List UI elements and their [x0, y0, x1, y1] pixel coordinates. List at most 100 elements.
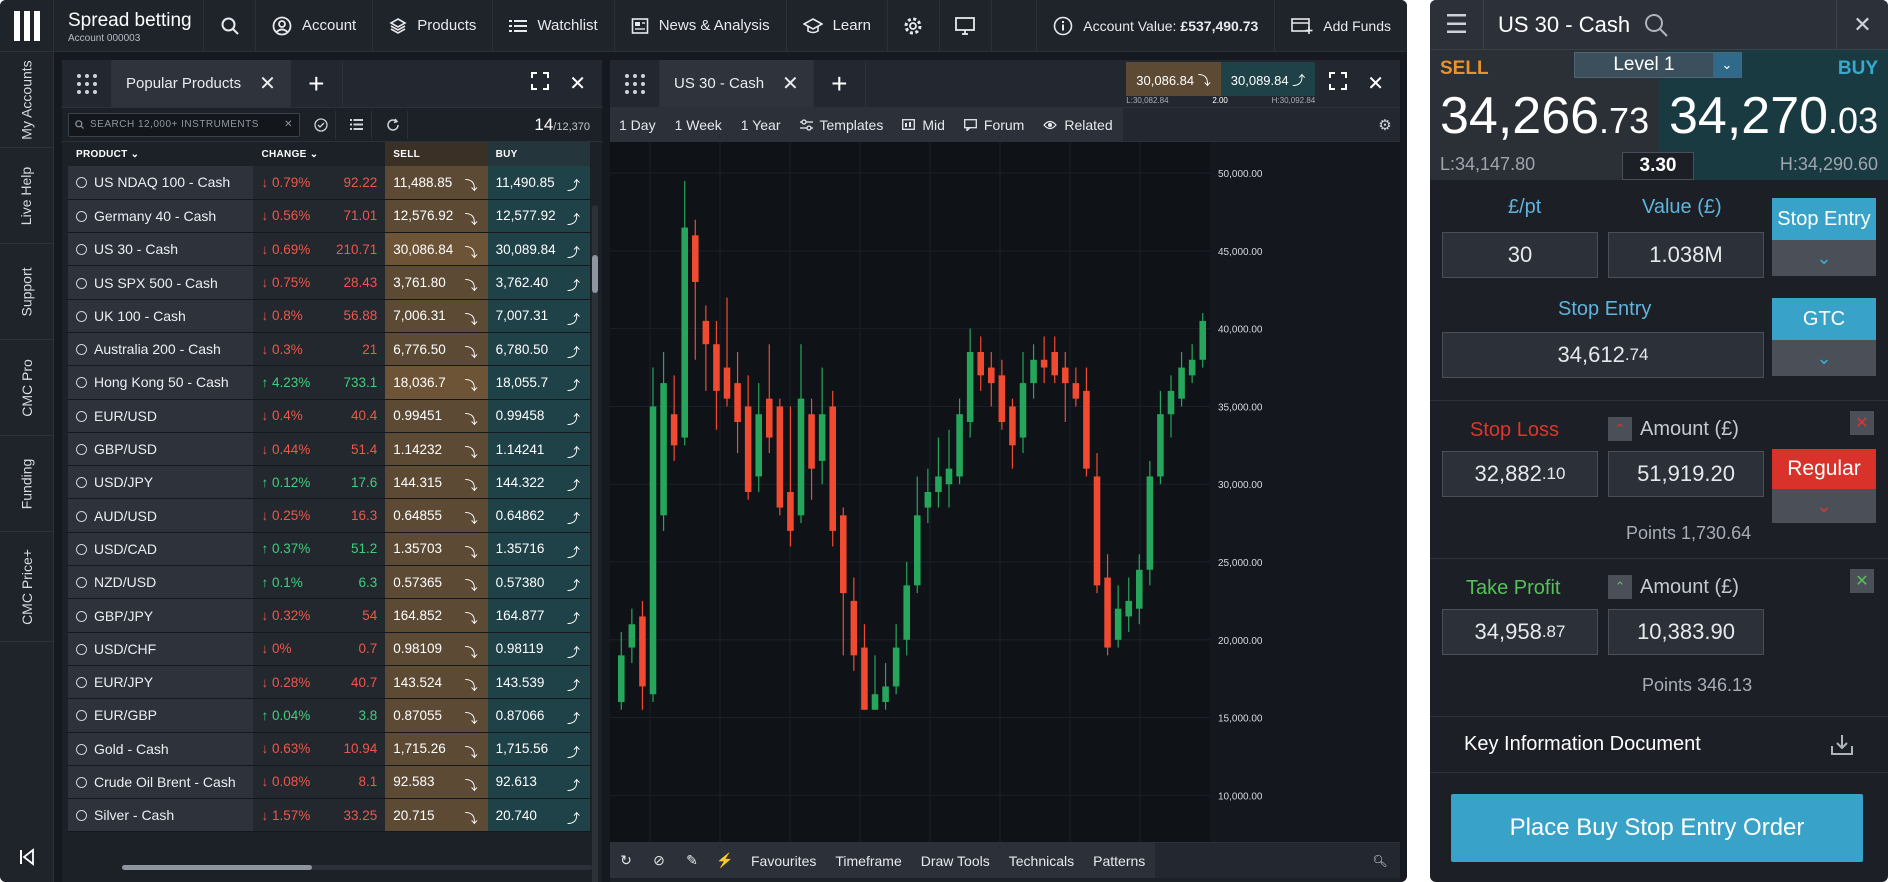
stop-type-dropdown[interactable]: ⌄	[1772, 489, 1876, 523]
sell-price-cell[interactable]: 1,715.26 ⤵	[385, 732, 488, 766]
list-view-button[interactable]	[342, 110, 372, 139]
sell-price-cell[interactable]: 144.315 ⤵	[385, 465, 488, 500]
timeframe-button[interactable]: Timeframe	[826, 843, 912, 878]
hamburger-icon[interactable]: ☰	[1430, 0, 1484, 50]
key-information-document-link[interactable]: Key Information Document	[1430, 717, 1888, 773]
table-row[interactable]: USD/CHF ↓ 0% 0.7 0.98109 ⤵ 0.98119 ⤴	[68, 632, 590, 666]
news-menu[interactable]: News & Analysis	[615, 0, 787, 51]
table-row[interactable]: US NDAQ 100 - Cash ↓ 0.79% 92.22 11,488.85 ⤵…	[68, 166, 590, 200]
sell-price-cell[interactable]: 7,006.31 ⤵	[385, 299, 488, 333]
product-name-cell[interactable]: US SPX 500 - Cash	[68, 265, 254, 300]
col-product[interactable]: PRODUCT ⌄	[68, 142, 254, 166]
info-icon[interactable]	[76, 510, 87, 522]
table-row[interactable]: AUD/USD ↓ 0.25% 16.3 0.64855 ⤵ 0.64862 ⤴	[68, 498, 590, 533]
stop-loss-amount-input[interactable]: 51,919.20	[1608, 451, 1764, 497]
close-panel-icon[interactable]: ✕	[569, 71, 586, 96]
sell-price-cell[interactable]: 30,086.84 ⤵	[385, 232, 488, 267]
info-icon[interactable]	[76, 677, 87, 689]
close-tab-icon[interactable]: ✕	[259, 71, 276, 96]
col-change[interactable]: CHANGE ⌄	[253, 142, 386, 166]
timeframe-1-week[interactable]: 1 Week	[665, 108, 732, 141]
buy-price-cell[interactable]: 11,490.85 ⤴	[487, 166, 590, 200]
mini-buy-button[interactable]: 30,089.84 ⤴	[1220, 62, 1316, 96]
nav-funding[interactable]: Funding	[0, 436, 53, 532]
account-value[interactable]: Account Value: £537,490.73	[1037, 0, 1276, 51]
add-tab-button[interactable]: +	[814, 60, 866, 107]
table-row[interactable]: Hong Kong 50 - Cash ↑ 4.23% 733.1 18,036.7 ⤵…	[68, 365, 590, 400]
account-switcher[interactable]: Spread betting Account 000003	[54, 0, 204, 51]
sell-price-cell[interactable]: 6,776.50 ⤵	[385, 332, 488, 367]
product-name-cell[interactable]: GBP/USD	[68, 432, 254, 467]
product-name-cell[interactable]: NZD/USD	[68, 565, 254, 600]
product-name-cell[interactable]: AUD/USD	[68, 498, 254, 533]
sell-price-cell[interactable]: 164.852 ⤵	[385, 598, 488, 633]
info-icon[interactable]	[76, 543, 87, 555]
order-type-dropdown[interactable]: ⌄	[1772, 240, 1876, 276]
buy-price-cell[interactable]: 7,007.31 ⤴	[487, 299, 590, 333]
sell-price-cell[interactable]: 143.524 ⤵	[385, 665, 488, 700]
table-row[interactable]: Australia 200 - Cash ↓ 0.3% 21 6,776.50 ⤵ 6,7…	[68, 332, 590, 367]
buy-price-cell[interactable]: 20.740 ⤴	[487, 798, 590, 833]
grid-menu-icon[interactable]	[610, 60, 660, 107]
sell-price-cell[interactable]: 0.87055 ⤵	[385, 698, 488, 733]
sell-price-cell[interactable]: 1.35703 ⤵	[385, 532, 488, 567]
add-tab-button[interactable]: +	[291, 60, 343, 107]
info-icon[interactable]	[76, 577, 87, 589]
value-input[interactable]: 1.038M	[1608, 232, 1764, 278]
buy-price-cell[interactable]: 6,780.50 ⤴	[487, 332, 590, 367]
buy-price-cell[interactable]: 0.57380 ⤴	[487, 565, 590, 600]
stop-type-button[interactable]: Regular	[1772, 449, 1876, 489]
sell-price-cell[interactable]: 1.14232 ⤵	[385, 432, 488, 467]
info-icon[interactable]	[76, 610, 87, 622]
pencil-icon[interactable]: ✎	[676, 843, 709, 878]
table-row[interactable]: USD/JPY ↑ 0.12% 17.6 144.315 ⤵ 144.322 ⤴	[68, 465, 590, 500]
reset-icon[interactable]: ↻	[610, 843, 643, 878]
chart-settings-icon[interactable]: ⚙	[1370, 108, 1400, 141]
info-icon[interactable]	[76, 277, 87, 289]
product-name-cell[interactable]: Gold - Cash	[68, 732, 254, 766]
vertical-scrollbar[interactable]	[592, 205, 598, 882]
per-point-input[interactable]: 30	[1442, 232, 1598, 278]
buy-price-cell[interactable]: 0.64862 ⤴	[487, 498, 590, 533]
table-row[interactable]: UK 100 - Cash ↓ 0.8% 56.88 7,006.31 ⤵ 7,007.3…	[68, 299, 590, 333]
sell-price-cell[interactable]: 18,036.7 ⤵	[385, 365, 488, 400]
learn-menu[interactable]: Learn	[787, 0, 888, 51]
price-chart[interactable]: 50,000.00 45,000.00 40,000.00 35,000.00 30,0…	[610, 142, 1400, 842]
table-row[interactable]: GBP/JPY ↓ 0.32% 54 164.852 ⤵ 164.877 ⤴	[68, 598, 590, 633]
table-row[interactable]: NZD/USD ↑ 0.1% 6.3 0.57365 ⤵ 0.57380 ⤴	[68, 565, 590, 600]
table-row[interactable]: Crude Oil Brent - Cash ↓ 0.08% 8.1 92.583 ⤵ 9…	[68, 765, 590, 800]
gtc-button[interactable]: GTC	[1772, 298, 1876, 340]
table-row[interactable]: EUR/JPY ↓ 0.28% 40.7 143.524 ⤵ 143.539 ⤴	[68, 665, 590, 700]
sell-price-cell[interactable]: 0.99451 ⤵	[385, 399, 488, 433]
product-name-cell[interactable]: US 30 - Cash	[68, 232, 254, 267]
info-icon[interactable]	[76, 244, 87, 256]
close-ticket-icon[interactable]: ✕	[1836, 0, 1888, 50]
related-button[interactable]: Related	[1034, 108, 1123, 141]
account-menu[interactable]: Account	[256, 0, 374, 51]
sell-price-cell[interactable]: 20.715 ⤵	[385, 798, 488, 833]
level-select[interactable]: Level 1 ⌄	[1574, 52, 1742, 78]
info-icon[interactable]	[76, 177, 87, 189]
expand-icon[interactable]	[531, 71, 550, 96]
info-icon[interactable]	[76, 643, 87, 655]
logo[interactable]	[0, 0, 54, 51]
info-icon[interactable]	[76, 710, 87, 722]
sell-price-cell[interactable]: 92.583 ⤵	[385, 765, 488, 800]
product-name-cell[interactable]: EUR/JPY	[68, 665, 254, 700]
add-funds-button[interactable]: Add Funds	[1275, 0, 1407, 51]
nav-cmc-pro[interactable]: CMC Pro	[0, 340, 53, 436]
buy-price-cell[interactable]: 164.877 ⤴	[487, 598, 590, 633]
table-row[interactable]: EUR/GBP ↑ 0.04% 3.8 0.87055 ⤵ 0.87066 ⤴	[68, 698, 590, 733]
info-icon[interactable]	[76, 310, 87, 322]
zoom-icon[interactable]: 🔍︎	[1360, 843, 1400, 878]
info-icon[interactable]	[76, 410, 87, 422]
info-icon[interactable]	[76, 444, 87, 456]
buy-price-cell[interactable]: 0.98119 ⤴	[487, 632, 590, 666]
table-row[interactable]: Silver - Cash ↓ 1.57% 33.25 20.715 ⤵ 20.740 ⤴	[68, 798, 590, 833]
take-profit-amount-input[interactable]: 10,383.90	[1608, 609, 1764, 655]
buy-price-cell[interactable]: 3,762.40 ⤴	[487, 265, 590, 300]
place-order-button[interactable]: Place Buy Stop Entry Order	[1451, 794, 1863, 862]
close-tab-icon[interactable]: ✕	[782, 71, 799, 96]
take-profit-price-input[interactable]: 34,958.87	[1442, 609, 1598, 655]
nav-support[interactable]: Support	[0, 244, 53, 340]
